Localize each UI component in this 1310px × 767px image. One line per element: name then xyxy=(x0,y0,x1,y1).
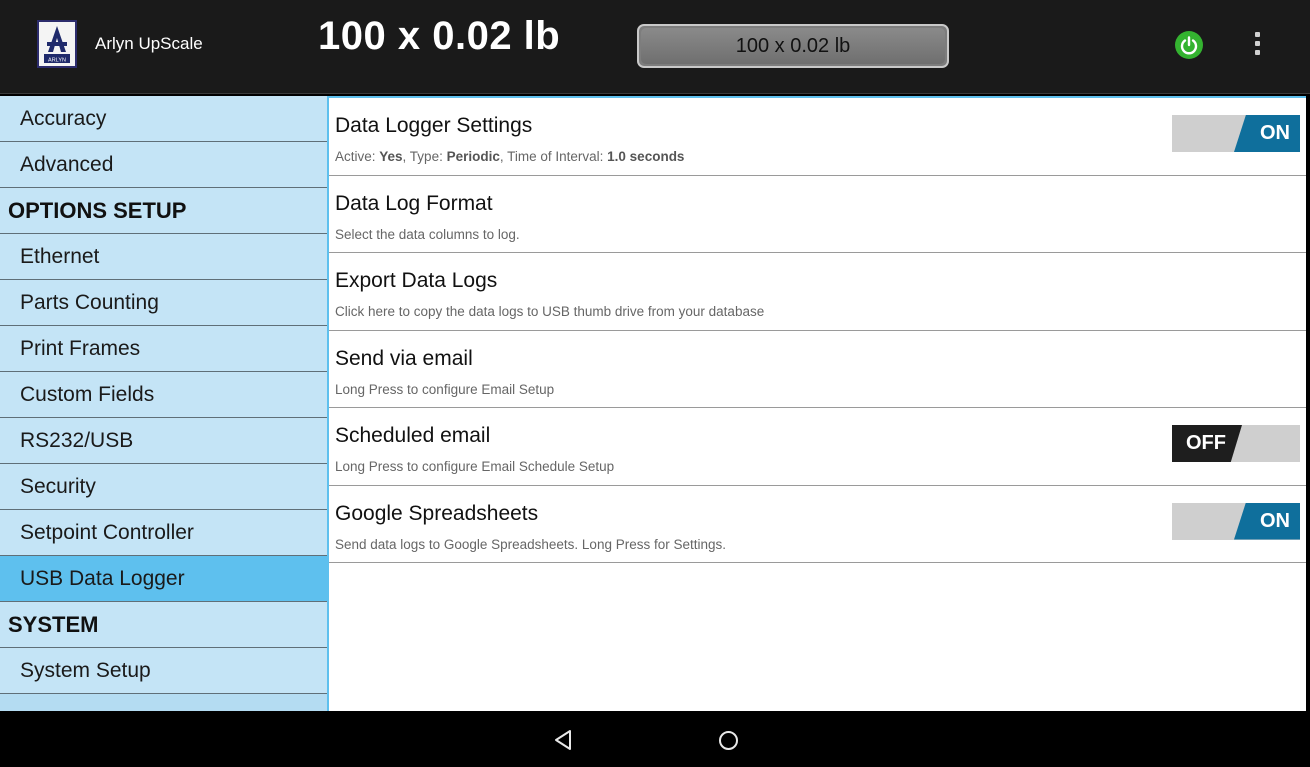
setting-title: Scheduled email xyxy=(335,424,491,447)
setting-title: Send via email xyxy=(335,346,473,370)
setting-data-logger-settings[interactable]: Data Logger Settings Active: Yes, Type: … xyxy=(329,98,1306,176)
setting-title: Data Log Format xyxy=(335,191,493,215)
sidebar-item-system-setup[interactable]: System Setup xyxy=(0,648,327,694)
sidebar-section-system: SYSTEM xyxy=(0,602,327,648)
home-icon[interactable] xyxy=(719,731,738,750)
summary-interval-label: , Time of Interval: xyxy=(499,149,608,164)
setting-title: Data Logger Settings xyxy=(335,114,533,137)
setting-scheduled-email[interactable]: Scheduled email Long Press to configure … xyxy=(329,408,1306,486)
sidebar-item-custom-fields[interactable]: Custom Fields xyxy=(0,372,327,418)
setting-send-via-email[interactable]: Send via email Long Press to configure E… xyxy=(329,331,1306,408)
toggle-label: ON xyxy=(1260,122,1290,144)
sidebar-item-ethernet[interactable]: Ethernet xyxy=(0,234,327,280)
setting-google-spreadsheets[interactable]: Google Spreadsheets Send data logs to Go… xyxy=(329,486,1306,563)
sidebar-item-parts-counting[interactable]: Parts Counting xyxy=(0,280,327,326)
toggle-label: ON xyxy=(1260,509,1290,532)
data-logger-toggle[interactable]: ON xyxy=(1172,115,1300,152)
setting-title: Google Spreadsheets xyxy=(335,501,539,525)
back-icon[interactable] xyxy=(553,729,573,751)
summary-active-value: Yes xyxy=(379,149,403,164)
scheduled-email-toggle[interactable]: OFF xyxy=(1172,425,1300,462)
setting-summary: Active: Yes, Type: Periodic, Time of Int… xyxy=(335,149,684,164)
toggle-label: OFF xyxy=(1186,432,1226,454)
setting-subtitle: Send data logs to Google Spreadsheets. L… xyxy=(335,536,726,552)
weight-display: 100 x 0.02 lb xyxy=(318,14,561,58)
setting-title: Export Data Logs xyxy=(335,269,498,292)
setting-subtitle: Long Press to configure Email Setup xyxy=(335,381,555,397)
arlyn-logo-icon: ARLYN xyxy=(37,20,77,68)
top-bar: ARLYN Arlyn UpScale 100 x 0.02 lb 100 x … xyxy=(0,0,1310,94)
sidebar-item-usb-data-logger[interactable]: USB Data Logger xyxy=(0,556,327,602)
summary-active-label: Active: xyxy=(335,149,380,164)
power-icon[interactable] xyxy=(1175,31,1203,59)
navigation-bar xyxy=(0,711,1310,767)
summary-type-value: Periodic xyxy=(446,149,500,164)
sidebar-item-security[interactable]: Security xyxy=(0,464,327,510)
setting-export-data-logs[interactable]: Export Data Logs Click here to copy the … xyxy=(329,253,1306,331)
sidebar: Accuracy Advanced OPTIONS SETUP Ethernet… xyxy=(0,96,327,711)
sidebar-item-print-frames[interactable]: Print Frames xyxy=(0,326,327,372)
app-title: Arlyn UpScale xyxy=(95,34,203,53)
sidebar-item-rs232-usb[interactable]: RS232/USB xyxy=(0,418,327,464)
setting-subtitle: Click here to copy the data logs to USB … xyxy=(335,304,765,319)
summary-interval-value: 1.0 seconds xyxy=(607,149,685,164)
sidebar-item-setpoint-controller[interactable]: Setpoint Controller xyxy=(0,510,327,556)
sidebar-item-advanced[interactable]: Advanced xyxy=(0,142,327,188)
weight-box-text: 100 x 0.02 lb xyxy=(735,35,851,57)
overflow-menu-icon[interactable] xyxy=(1252,32,1262,60)
setting-data-log-format[interactable]: Data Log Format Select the data columns … xyxy=(329,176,1306,253)
google-spreadsheets-toggle[interactable]: ON xyxy=(1172,502,1300,540)
setting-subtitle: Long Press to configure Email Schedule S… xyxy=(335,459,615,474)
settings-panel: Data Logger Settings Active: Yes, Type: … xyxy=(327,96,1306,711)
summary-type-label: , Type: xyxy=(402,149,447,164)
weight-box[interactable]: 100 x 0.02 lb xyxy=(637,24,949,68)
sidebar-section-options-setup: OPTIONS SETUP xyxy=(0,188,327,234)
logo-text: ARLYN xyxy=(48,58,66,64)
setting-subtitle: Select the data columns to log. xyxy=(335,226,520,242)
sidebar-item-accuracy[interactable]: Accuracy xyxy=(0,96,327,142)
